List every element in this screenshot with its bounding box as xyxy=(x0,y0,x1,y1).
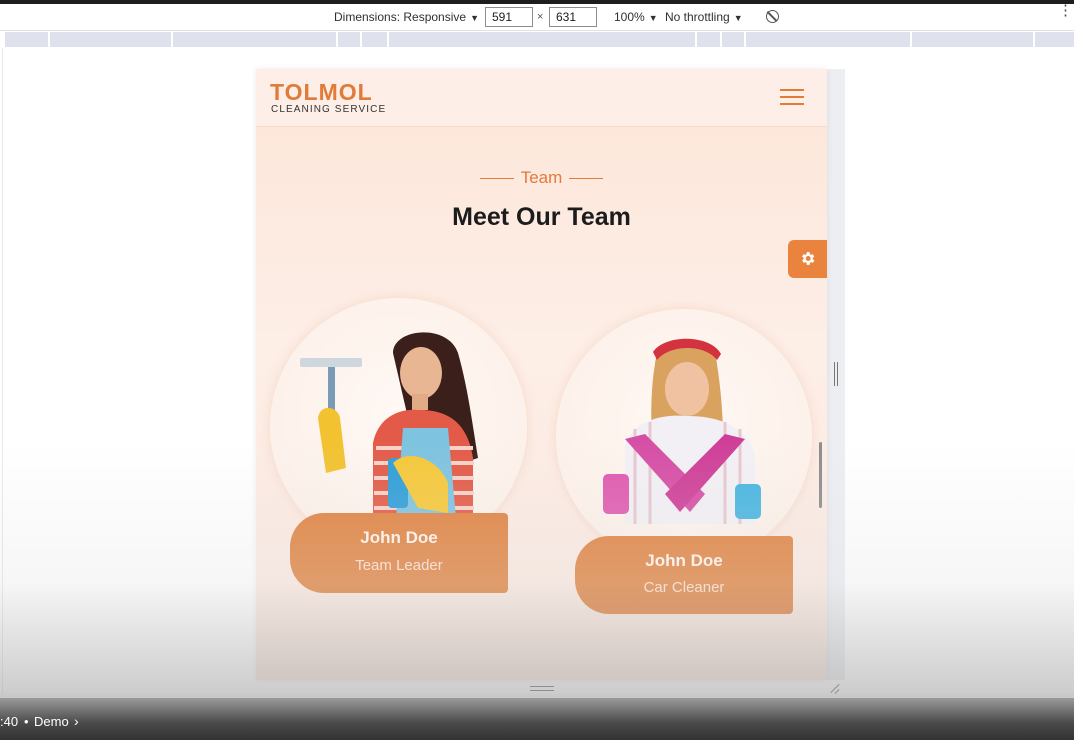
disable-cache-icon[interactable] xyxy=(766,10,779,23)
more-options-icon[interactable]: ⋮ xyxy=(1058,3,1073,18)
settings-button[interactable] xyxy=(788,240,827,278)
media-query-bar[interactable] xyxy=(5,32,1074,47)
times-sign: × xyxy=(537,11,544,23)
throttling-dropdown[interactable]: No throttling ▼ xyxy=(665,10,743,24)
eyebrow-text: Team xyxy=(520,168,563,187)
zoom-dropdown[interactable]: 100% ▼ xyxy=(614,10,658,24)
dimensions-label: Dimensions: Responsive xyxy=(334,10,467,24)
devtools-device-toolbar: Dimensions: Responsive▼ × 100%▼ No throt… xyxy=(0,3,1074,31)
member-name: John Doe xyxy=(360,528,438,547)
mq-divider xyxy=(336,32,338,47)
member-role: Car Cleaner xyxy=(643,579,725,596)
mq-divider xyxy=(744,32,746,47)
mq-divider xyxy=(48,32,50,47)
mq-divider xyxy=(387,32,389,47)
member-role: Team Leader xyxy=(355,557,443,574)
height-input[interactable] xyxy=(549,7,597,27)
mq-divider xyxy=(910,32,912,47)
team-card[interactable]: John Doe Team Leader xyxy=(270,298,530,596)
eyebrow-line xyxy=(569,178,604,180)
caret-down-icon: ▼ xyxy=(470,13,479,23)
mq-divider xyxy=(695,32,697,47)
mq-divider xyxy=(1033,32,1035,47)
device-resize-handle-corner[interactable] xyxy=(829,682,841,694)
caret-down-icon: ▼ xyxy=(648,13,658,23)
page-scrollbar-thumb[interactable] xyxy=(819,442,822,508)
site-header: TOLMOL CLEANING SERVICE xyxy=(256,69,827,127)
mq-divider xyxy=(720,32,722,47)
chevron-right-icon[interactable]: › xyxy=(74,713,79,729)
video-timestamp: :40 xyxy=(0,714,19,729)
mq-divider xyxy=(171,32,173,47)
video-controls-bar: :40 • Demo › xyxy=(0,698,1074,740)
site-logo[interactable]: TOLMOL xyxy=(270,79,373,106)
device-resize-handle-bottom[interactable] xyxy=(530,686,554,691)
dimensions-dropdown[interactable]: Dimensions: Responsive ▼ xyxy=(334,10,479,24)
chapter-separator: • xyxy=(24,714,29,729)
device-resize-handle-right[interactable] xyxy=(834,362,838,386)
caret-down-icon: ▼ xyxy=(733,13,743,23)
chapter-title[interactable]: Demo xyxy=(34,714,69,729)
site-logo-tagline: CLEANING SERVICE xyxy=(271,104,387,115)
member-photo xyxy=(300,332,478,518)
team-card[interactable]: John Doe Car Cleaner xyxy=(555,309,815,614)
eyebrow-line xyxy=(479,178,514,180)
viewport-left-rule xyxy=(2,48,3,698)
hamburger-menu-icon[interactable] xyxy=(780,89,804,107)
device-viewport: TOLMOL CLEANING SERVICE Team Meet Our Te… xyxy=(256,69,827,680)
section-title: Meet Our Team xyxy=(452,203,631,231)
mq-divider xyxy=(360,32,362,47)
zoom-label: 100% xyxy=(614,10,645,24)
gear-icon xyxy=(802,252,815,265)
throttling-label: No throttling xyxy=(665,10,730,24)
member-info-plate: John Doe Team Leader xyxy=(290,513,508,593)
member-name: John Doe xyxy=(645,551,723,570)
section-eyebrow: Team xyxy=(256,168,827,188)
member-info-plate: John Doe Car Cleaner xyxy=(575,536,793,614)
width-input[interactable] xyxy=(485,7,533,27)
member-photo xyxy=(603,338,761,524)
